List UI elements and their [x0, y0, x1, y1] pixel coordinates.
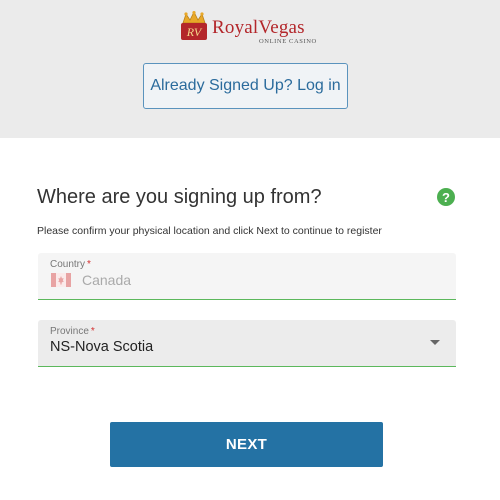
country-field[interactable]: Country * Canada [38, 253, 456, 300]
login-button[interactable]: Already Signed Up? Log in [143, 63, 348, 109]
country-value: Canada [82, 272, 132, 288]
logo-text: RoyalVegas [212, 17, 305, 38]
province-value: NS-Nova Scotia [50, 339, 154, 355]
canada-flag-icon [51, 273, 71, 287]
country-label-text: Country [50, 259, 86, 270]
next-button[interactable]: NEXT [110, 422, 383, 467]
crown-logo-icon: RV [181, 11, 207, 40]
royal-vegas-logo[interactable]: RV RoyalVegas ONLINE CASINO [180, 11, 330, 47]
page: RV RoyalVegas ONLINE CASINO Already Sign… [0, 0, 500, 500]
province-select[interactable]: Province * NS-Nova Scotia [38, 320, 456, 367]
province-label-text: Province [50, 326, 89, 337]
country-required-mark: * [87, 259, 91, 270]
logo-subtext: ONLINE CASINO [259, 38, 317, 45]
province-label: Province * [50, 326, 95, 337]
logo-mark-text: RV [186, 25, 203, 39]
chevron-down-icon[interactable] [430, 340, 440, 345]
help-icon-glyph: ? [442, 189, 450, 205]
province-required-mark: * [90, 326, 95, 337]
login-button-label: Already Signed Up? Log in [150, 77, 341, 94]
header: RV RoyalVegas ONLINE CASINO Already Sign… [0, 0, 500, 138]
next-button-label: NEXT [225, 436, 268, 453]
help-icon[interactable]: ? [437, 188, 455, 206]
page-title: Where are you signing up from? [37, 186, 322, 208]
country-label: Country * [50, 259, 91, 270]
page-subtitle: Please confirm your physical location an… [37, 225, 382, 237]
